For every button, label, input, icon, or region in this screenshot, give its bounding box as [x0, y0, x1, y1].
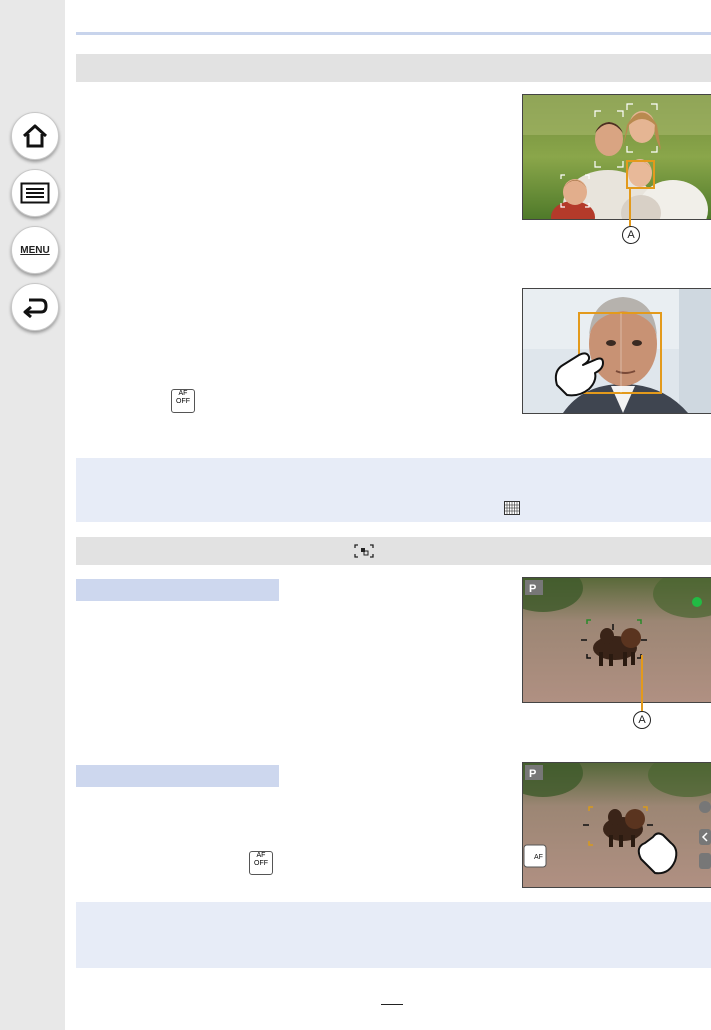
subhead-2 [76, 765, 279, 787]
section-bar-tracking [76, 537, 711, 565]
menu-button[interactable]: MENU [11, 226, 59, 274]
man-touch-photo [522, 288, 711, 414]
af-off-icon: AF OFF [171, 389, 195, 413]
callout-leader [629, 188, 631, 226]
note-box-2 [76, 902, 711, 968]
dog-touch-photo: P AF [522, 762, 711, 888]
note-box-1 [76, 458, 711, 522]
dog-scene: P [523, 578, 711, 702]
tracking-af-icon [354, 544, 374, 558]
callout-a: A [622, 226, 640, 244]
header-rule [76, 32, 711, 35]
sidebar: MENU [0, 0, 65, 1030]
home-icon [22, 124, 48, 148]
back-button[interactable] [11, 283, 59, 331]
mode-badge-p: P [529, 583, 536, 595]
af-off-bottom-label: OFF [176, 398, 190, 405]
family-photo [522, 94, 711, 220]
dog-tracking-photo: P [522, 577, 711, 703]
page-number-rule [381, 1004, 403, 1005]
af-off-top-label-2: AF [256, 852, 266, 859]
af-off-bottom-label-2: OFF [254, 860, 268, 867]
dog-touch-scene: P AF [523, 763, 711, 887]
face-detection-photo [523, 95, 711, 219]
subhead-1 [76, 579, 279, 601]
af-off-label-photo: AF [534, 854, 543, 861]
grid-icon [504, 501, 520, 515]
back-arrow-icon [23, 298, 48, 319]
mode-badge-p-2: P [529, 768, 536, 780]
list-icon [20, 182, 50, 204]
section-bar-face-detection [76, 54, 711, 82]
home-button[interactable] [11, 112, 59, 160]
af-off-icon-2: AF OFF [249, 851, 273, 875]
af-off-top-label: AF [178, 390, 188, 397]
contents-button[interactable] [11, 169, 59, 217]
menu-label: MENU [20, 244, 50, 256]
callout-leader-2 [641, 655, 643, 711]
callout-a-2: A [633, 711, 651, 729]
touch-af-photo [523, 289, 711, 413]
